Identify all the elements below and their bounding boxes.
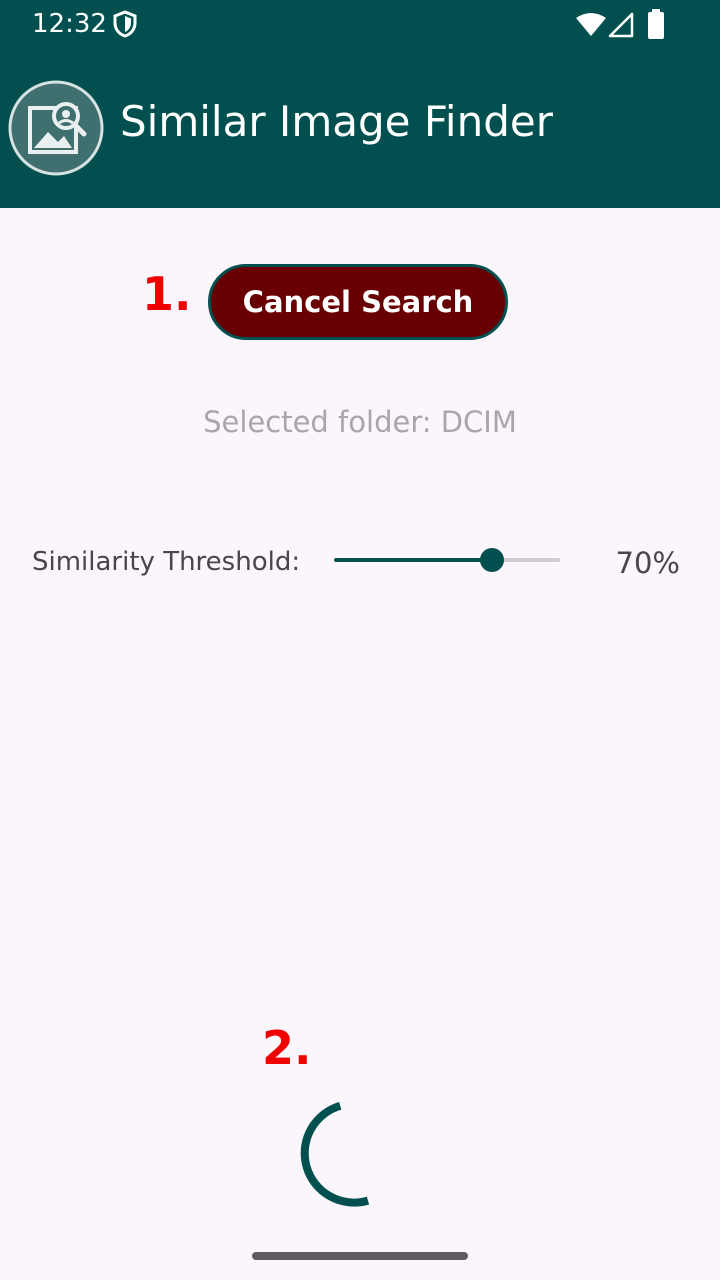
battery-icon [648, 9, 664, 39]
slider-track-active [334, 558, 492, 562]
app-title: Similar Image Finder [120, 97, 553, 146]
app-bar: Similar Image Finder [0, 48, 720, 208]
cancel-search-button[interactable]: Cancel Search [208, 264, 508, 340]
loading-spinner [300, 1101, 370, 1207]
threshold-value: 70% [615, 546, 680, 580]
status-time: 12:32 [32, 9, 107, 39]
selected-folder-text: Selected folder: DCIM [203, 405, 517, 439]
signal-icon [608, 12, 634, 38]
slider-thumb[interactable] [480, 548, 504, 572]
status-bar: 12:32 [0, 0, 720, 48]
annotation-marker-2: 2. [262, 1021, 312, 1075]
threshold-label: Similarity Threshold: [32, 547, 301, 577]
image-search-icon [8, 80, 104, 176]
wifi-icon [576, 13, 606, 36]
shield-icon [113, 10, 137, 38]
annotation-marker-1: 1. [142, 267, 192, 321]
threshold-slider[interactable] [334, 540, 560, 580]
navigation-handle[interactable] [252, 1252, 468, 1260]
